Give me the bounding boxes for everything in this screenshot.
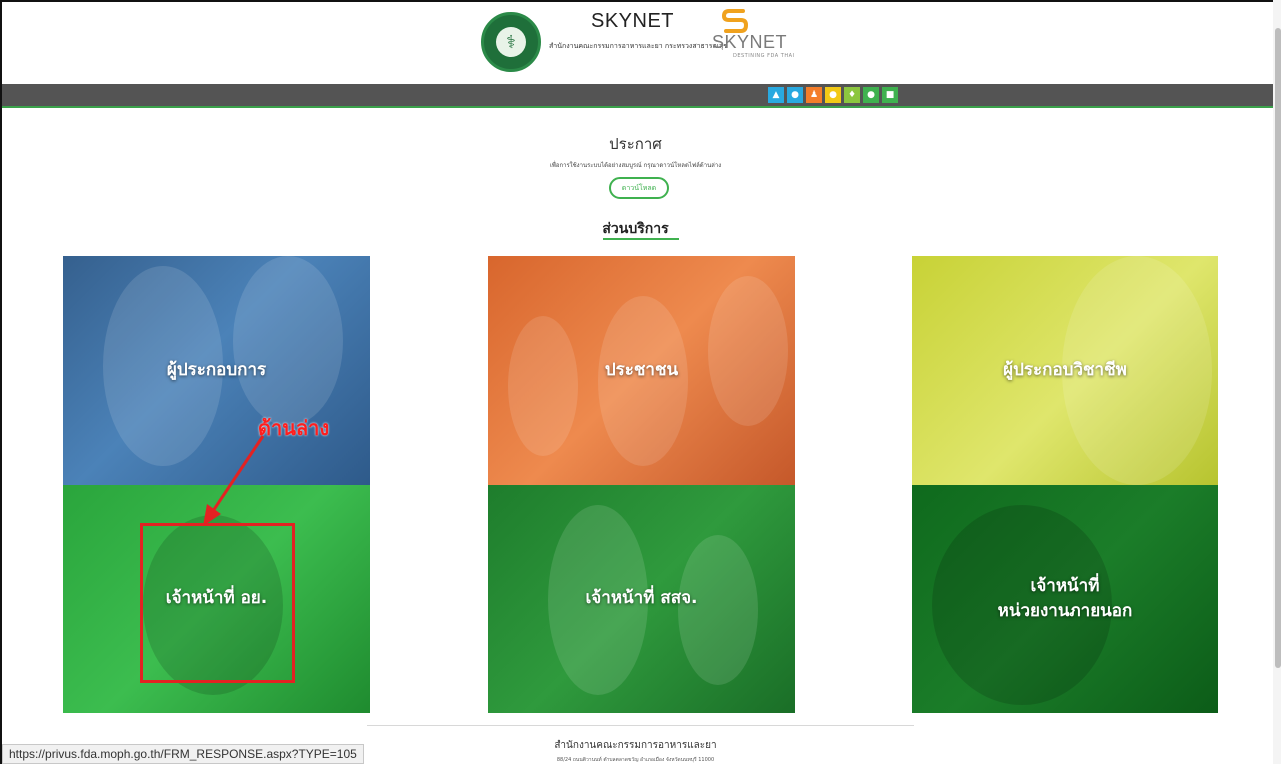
annotation-highlight-box [140,523,295,683]
pin-icon[interactable]: ♦ [844,87,860,103]
site-title: SKYNET [591,10,675,32]
site-subtitle: สำนักงานคณะกรรมการอาหารและยา กระทรวงสาธา… [549,42,729,50]
lock-icon[interactable]: ■ [882,87,898,103]
moph-seal-icon[interactable]: ⚕ [481,12,541,72]
user-icon[interactable]: ● [787,87,803,103]
tile-label: เจ้าหน้าที่ หน่วยงานภายนอก [998,574,1133,625]
services-title-underline [603,238,679,240]
tile-label-line2: หน่วยงานภายนอก [997,601,1133,621]
tile-provincial-officer[interactable]: เจ้าหน้าที่ สสจ. [488,485,795,713]
tile-public[interactable]: ประชาชน [488,256,795,485]
nav-icon-group: ▲ ● ♟ ● ♦ ● ■ [768,87,898,103]
status-bar-url: https://privus.fda.moph.go.th/FRM_RESPON… [2,744,364,764]
group-icon[interactable]: ♟ [806,87,822,103]
announcement-text: เพื่อการใช้งานระบบได้อย่างสมบูรณ์ กรุณาด… [549,162,722,169]
skynet-s-logo-icon [721,9,749,33]
site-header: ⚕ SKYNET สำนักงานคณะกรรมการอาหารและยา กร… [2,2,1273,84]
tile-professional[interactable]: ผู้ประกอบวิชาชีพ [912,256,1218,485]
skynet-logo-subtext: DESTINING FDA THAI [733,53,795,59]
window-frame-left [0,0,2,764]
annotation-arrow-icon [203,435,265,526]
tile-label: ผู้ประกอบการ [166,359,267,380]
announcement-title: ประกาศ [609,135,662,153]
tile-label: ผู้ประกอบวิชาชีพ [1003,359,1127,380]
skynet-logo-text: SKYNET [712,32,788,52]
tile-label: ประชาชน [604,359,679,380]
tile-label: เจ้าหน้าที่ สสจ. [585,588,698,609]
tile-external-officer[interactable]: เจ้าหน้าที่ หน่วยงานภายนอก [912,485,1218,713]
scrollbar-thumb[interactable] [1275,28,1281,668]
user-icon[interactable]: ● [863,87,879,103]
services-title: ส่วนบริการ [602,221,669,237]
tile-label-line1: เจ้าหน้าที่ [1030,575,1100,596]
pyramid-icon[interactable]: ▲ [768,87,784,103]
user-icon[interactable]: ● [825,87,841,103]
download-button[interactable]: ดาวน์โหลด [609,177,669,199]
footer-divider [367,725,914,726]
top-navbar [2,84,1273,108]
caduceus-icon: ⚕ [496,27,526,57]
